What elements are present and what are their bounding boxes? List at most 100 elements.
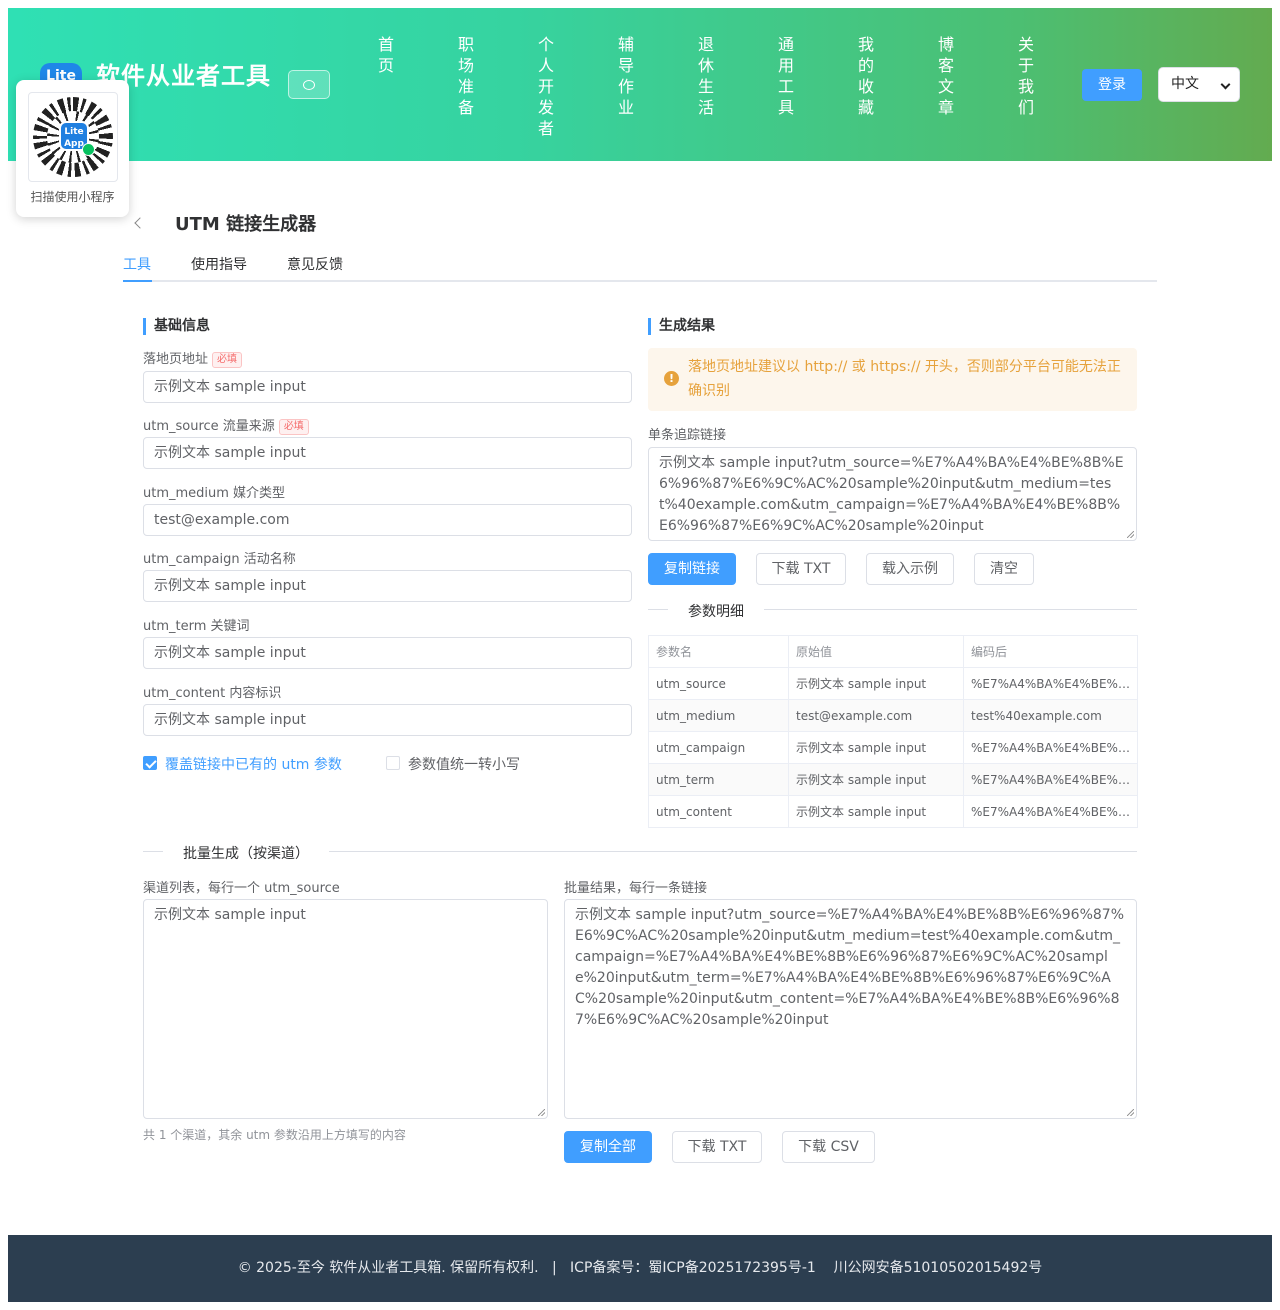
utm-content-label: utm_content 内容标识: [143, 686, 282, 701]
utm-source-label-text: utm_source 流量来源: [143, 419, 275, 434]
warning-icon: !: [664, 371, 679, 386]
header-param-name: 参数名: [648, 635, 789, 668]
language-value: 中文: [1171, 76, 1199, 92]
result-title: 生成结果: [648, 318, 715, 335]
table-cell: utm_content: [648, 795, 789, 828]
table-cell: %E7%A4%BA%E4%BE%8B%E6%96%87%E6%9C%AC%20s…: [963, 667, 1138, 700]
resize-handle-icon[interactable]: [1127, 1109, 1134, 1116]
page-title: UTM 链接生成器: [175, 214, 317, 235]
utm-term-label: utm_term 关键词: [143, 619, 250, 634]
table-row: utm_campaign 示例文本 sample input %E7%A4%BA…: [648, 731, 1138, 764]
params-title: 参数明细: [668, 601, 764, 621]
nav-item-indie-dev[interactable]: 个人开发者: [536, 34, 556, 139]
utm-campaign-input[interactable]: 示例文本 sample input: [143, 570, 632, 602]
checkbox-checked-icon: [143, 756, 157, 770]
copy-all-button[interactable]: 复制全部: [564, 1131, 652, 1163]
single-link-textarea[interactable]: 示例文本 sample input?utm_source=%E7%A4%BA%E…: [648, 447, 1137, 541]
clear-button[interactable]: 清空: [974, 553, 1034, 585]
tab-tool[interactable]: 工具: [123, 254, 151, 274]
site-header: Lite 软件从业者工具 首页 职场准备 个人开发者 辅导作业 退休生活 通用工…: [8, 8, 1272, 161]
required-tag: 必填: [212, 352, 243, 368]
login-button[interactable]: 登录: [1082, 69, 1142, 101]
channels-textarea[interactable]: 示例文本 sample input: [143, 899, 548, 1119]
qr-caption: 扫描使用小程序: [30, 190, 115, 204]
table-cell: test%40example.com: [963, 699, 1138, 732]
params-table: 参数名 原始值 编码后 utm_source 示例文本 sample input…: [648, 635, 1138, 828]
channels-hint: 共 1 个渠道，其余 utm 参数沿用上方填写的内容: [143, 1128, 406, 1142]
batch-title: 批量生成（按渠道）: [163, 843, 329, 863]
page-frame: Lite 软件从业者工具 首页 职场准备 个人开发者 辅导作业 退休生活 通用工…: [8, 8, 1272, 1302]
resize-handle-icon[interactable]: [1127, 531, 1134, 538]
batch-results-text: 示例文本 sample input?utm_source=%E7%A4%BA%E…: [575, 907, 1125, 1028]
landing-url-input[interactable]: 示例文本 sample input: [143, 371, 632, 403]
table-cell: utm_term: [648, 763, 789, 796]
single-link-label: 单条追踪链接: [648, 428, 727, 443]
required-tag: 必填: [278, 419, 309, 435]
batch-results-textarea[interactable]: 示例文本 sample input?utm_source=%E7%A4%BA%E…: [564, 899, 1137, 1119]
warning-alert: ! 落地页地址建议以 http:// 或 https:// 开头，否则部分平台可…: [648, 348, 1137, 411]
single-link-text: 示例文本 sample input?utm_source=%E7%A4%BA%E…: [659, 455, 1124, 534]
table-cell: utm_campaign: [648, 731, 789, 764]
nav-item-homework[interactable]: 辅导作业: [616, 34, 636, 118]
table-cell: %E7%A4%BA%E4%BE%8B%E6%96%87%E6%9C%AC%20s…: [963, 763, 1138, 796]
override-utm-label: 覆盖链接中已有的 utm 参数: [165, 757, 342, 773]
table-cell: 示例文本 sample input: [788, 731, 964, 764]
table-cell: utm_medium: [648, 699, 789, 732]
back-arrow-icon[interactable]: [134, 217, 146, 229]
qr-code: Lite App: [28, 92, 118, 182]
load-example-button[interactable]: 载入示例: [866, 553, 954, 585]
table-cell: 示例文本 sample input: [788, 667, 964, 700]
lowercase-checkbox[interactable]: 参数值统一转小写: [386, 754, 520, 774]
utm-medium-input[interactable]: test@example.com: [143, 504, 632, 536]
table-row: utm_term 示例文本 sample input %E7%A4%BA%E4%…: [648, 763, 1138, 796]
chat-button[interactable]: [288, 70, 330, 99]
download-txt-button[interactable]: 下载 TXT: [756, 553, 846, 585]
utm-campaign-label: utm_campaign 活动名称: [143, 552, 296, 567]
nav-item-home[interactable]: 首页: [376, 34, 396, 76]
table-cell: 示例文本 sample input: [788, 763, 964, 796]
tab-bar: 工具 使用指导 意见反馈: [123, 246, 1157, 282]
landing-url-label: 落地页地址 必填: [143, 348, 243, 368]
basic-info-title: 基础信息: [143, 318, 210, 335]
copy-link-button[interactable]: 复制链接: [648, 553, 736, 585]
landing-url-label-text: 落地页地址: [143, 352, 209, 367]
table-row: utm_content 示例文本 sample input %E7%A4%BA%…: [648, 795, 1138, 828]
header-encoded: 编码后: [963, 635, 1138, 668]
utm-content-input[interactable]: 示例文本 sample input: [143, 704, 632, 736]
nav-item-retirement[interactable]: 退休生活: [696, 34, 716, 118]
utm-source-label: utm_source 流量来源 必填: [143, 415, 309, 435]
chevron-down-icon: [1220, 79, 1231, 90]
checkbox-unchecked-icon: [386, 756, 400, 770]
nav-item-blog[interactable]: 博客文章: [936, 34, 956, 118]
header-raw-value: 原始值: [788, 635, 964, 668]
tab-feedback[interactable]: 意见反馈: [287, 254, 343, 274]
lowercase-label: 参数值统一转小写: [408, 757, 520, 773]
batch-download-txt-button[interactable]: 下载 TXT: [672, 1131, 762, 1163]
table-cell: test@example.com: [788, 699, 964, 732]
nav-item-career[interactable]: 职场准备: [456, 34, 476, 118]
site-footer: © 2025-至今 软件从业者工具箱. 保留所有权利. | ICP备案号：蜀IC…: [8, 1235, 1272, 1302]
override-utm-checkbox[interactable]: 覆盖链接中已有的 utm 参数: [143, 754, 342, 774]
table-cell: 示例文本 sample input: [788, 795, 964, 828]
batch-download-csv-button[interactable]: 下载 CSV: [782, 1131, 875, 1163]
nav-item-favorites[interactable]: 我的收藏: [856, 34, 876, 118]
table-header-row: 参数名 原始值 编码后: [648, 635, 1138, 668]
miniprogram-badge-icon: [82, 143, 95, 156]
table-cell: %E7%A4%BA%E4%BE%8B%E6%96%87%E6%9C%AC%20s…: [963, 731, 1138, 764]
footer-text: © 2025-至今 软件从业者工具箱. 保留所有权利. | ICP备案号：蜀IC…: [237, 1260, 1043, 1276]
nav-item-about[interactable]: 关于我们: [1016, 34, 1036, 118]
batch-results-label: 批量结果，每行一条链接: [564, 881, 708, 896]
table-cell: utm_source: [648, 667, 789, 700]
chat-bubble-icon: [303, 79, 315, 90]
resize-handle-icon[interactable]: [538, 1109, 545, 1116]
channels-text: 示例文本 sample input: [154, 907, 306, 923]
tab-guide[interactable]: 使用指导: [191, 254, 247, 274]
table-cell: %E7%A4%BA%E4%BE%8B%E6%96%87%E6%9C%AC%20s…: [963, 795, 1138, 828]
miniprogram-qr-card: Lite App 扫描使用小程序: [16, 80, 129, 217]
channels-label: 渠道列表，每行一个 utm_source: [143, 881, 340, 896]
utm-medium-label: utm_medium 媒介类型: [143, 486, 286, 501]
utm-term-input[interactable]: 示例文本 sample input: [143, 637, 632, 669]
language-select[interactable]: 中文: [1158, 67, 1240, 102]
nav-item-tools[interactable]: 通用工具: [776, 34, 796, 118]
utm-source-input[interactable]: 示例文本 sample input: [143, 437, 632, 469]
